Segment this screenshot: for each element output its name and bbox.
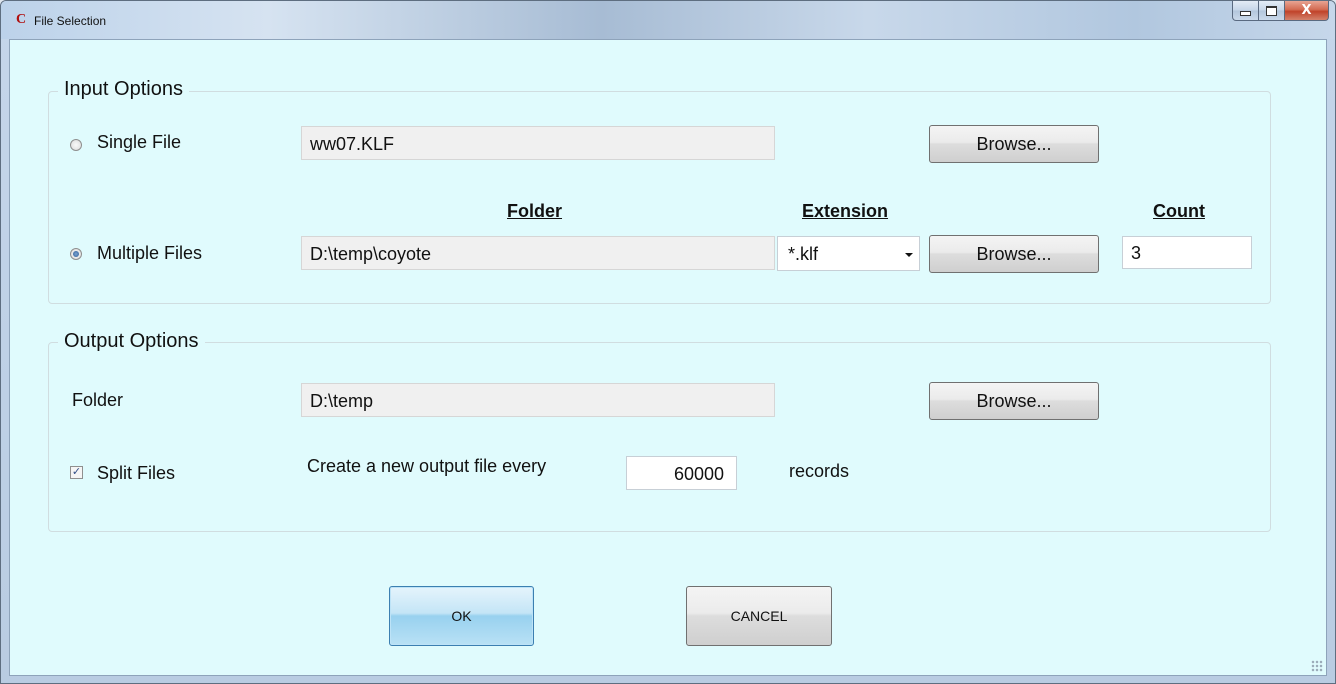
split-records-input[interactable]: 60000 <box>626 456 737 490</box>
count-header: Count <box>1153 201 1205 221</box>
minimize-icon <box>1240 11 1251 16</box>
ok-button[interactable]: OK <box>389 586 534 646</box>
multiple-files-label[interactable]: Multiple Files <box>97 243 202 264</box>
split-files-label[interactable]: Split Files <box>97 463 175 484</box>
minimize-button[interactable] <box>1232 1 1259 21</box>
maximize-icon <box>1266 5 1277 16</box>
output-folder-label: Folder <box>72 390 124 410</box>
split-files-checkbox[interactable]: ✓ <box>70 466 83 479</box>
single-file-label[interactable]: Single File <box>97 132 181 153</box>
file-selection-window: C File Selection X Input Options Single … <box>0 0 1336 684</box>
extension-header: Extension <box>802 201 889 221</box>
resize-grip-icon[interactable] <box>1311 660 1323 672</box>
folder-header: Folder <box>507 201 563 221</box>
checkmark-icon: ✓ <box>71 466 82 478</box>
split-suffix-text: records <box>789 461 850 481</box>
cancel-button[interactable]: CANCEL <box>686 586 832 646</box>
close-icon: X <box>1301 3 1312 18</box>
dialog-client-area: Input Options Single File ww07.KLF Brows… <box>9 39 1327 676</box>
window-title: File Selection <box>34 14 107 28</box>
extension-select-value: *.klf <box>788 244 819 264</box>
output-options-title: Output Options <box>58 330 205 353</box>
single-file-input[interactable]: ww07.KLF <box>301 126 775 160</box>
input-options-title: Input Options <box>58 78 189 101</box>
output-browse-button[interactable]: Browse... <box>929 382 1099 420</box>
title-bar[interactable]: C File Selection X <box>1 1 1335 39</box>
app-c-icon: C <box>15 12 27 27</box>
close-button[interactable]: X <box>1285 1 1329 21</box>
single-file-browse-button[interactable]: Browse... <box>929 125 1099 163</box>
output-folder-input[interactable]: D:\temp <box>301 383 775 417</box>
multiple-files-radio[interactable] <box>70 248 82 260</box>
multiple-files-browse-button[interactable]: Browse... <box>929 235 1099 273</box>
split-prefix-text: Create a new output file every <box>307 456 547 476</box>
extension-select[interactable]: *.klf <box>777 236 920 271</box>
window-controls: X <box>1232 1 1329 23</box>
chevron-down-icon <box>905 253 913 257</box>
maximize-button[interactable] <box>1259 1 1285 21</box>
multiple-files-folder-input[interactable]: D:\temp\coyote <box>301 236 775 270</box>
count-input[interactable]: 3 <box>1122 236 1252 269</box>
output-options-group <box>48 342 1271 532</box>
single-file-radio[interactable] <box>70 139 82 151</box>
